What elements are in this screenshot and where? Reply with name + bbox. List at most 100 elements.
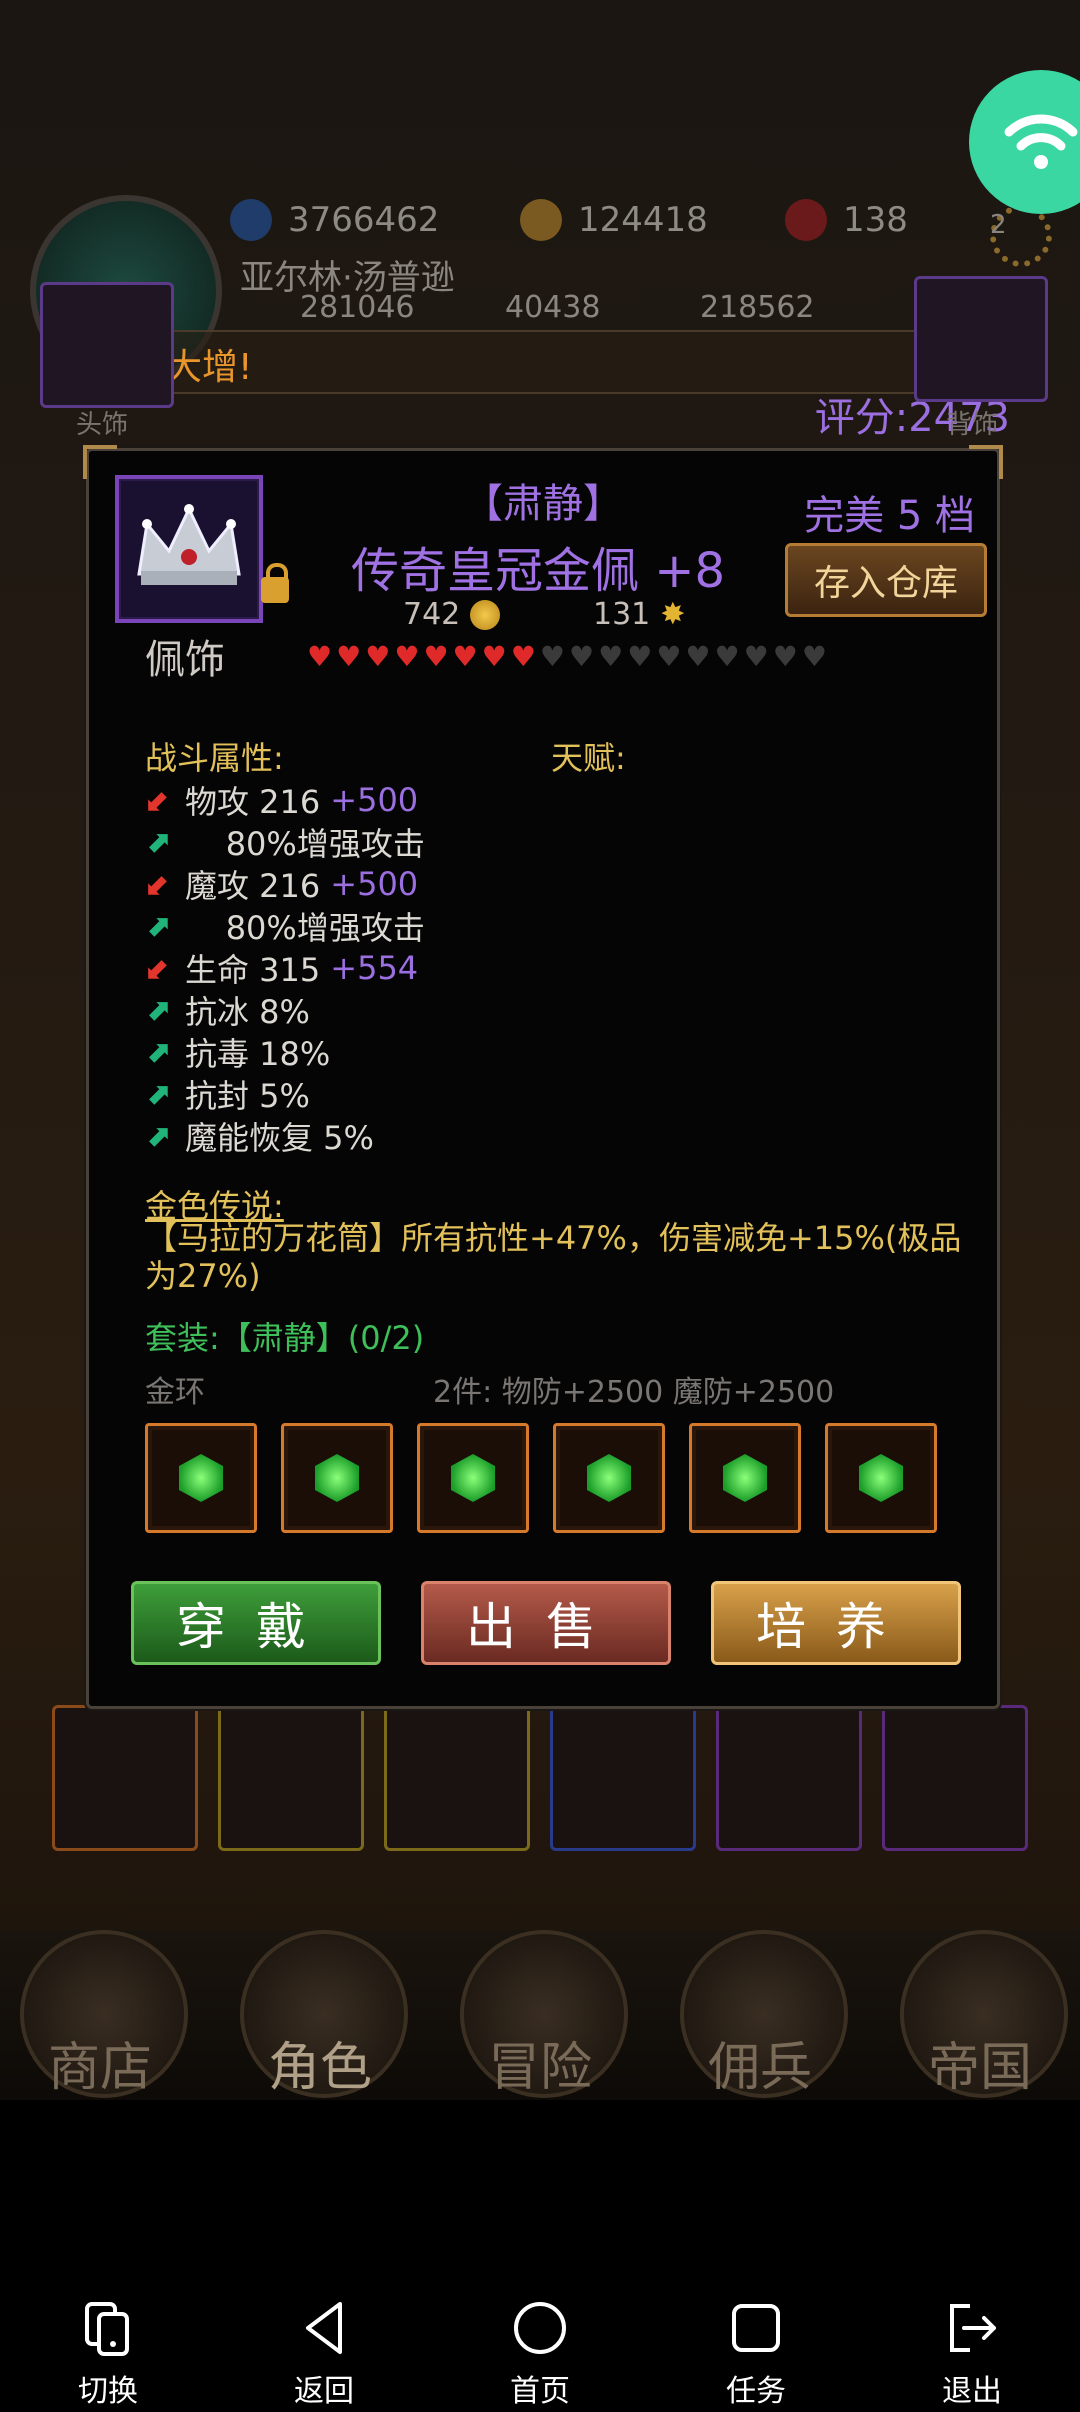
tasks-square-icon [686,2298,826,2358]
gem-slot[interactable] [689,1423,801,1533]
attribute-text: 抗毒 18% [185,1035,331,1073]
home-circle-icon [470,2298,610,2358]
heart-empty-icon: ♥ [801,640,827,673]
attribute-text: 80%增强攻击 [185,909,425,947]
set-bonus: 2件: 物防+2500 魔防+2500 [433,1375,835,1410]
ruby-icon [785,199,827,241]
switch-button[interactable]: 切换 [38,2298,178,2410]
gem-slot[interactable] [553,1423,665,1533]
gem-slot[interactable] [417,1423,529,1533]
inventory-item[interactable] [52,1705,198,1851]
player-stat-a: 281046 [300,290,415,325]
attribute-text: 物攻 216 [185,783,321,821]
heart-empty-icon: ♥ [714,640,740,673]
arrow-down-icon: ⬋ [145,782,171,818]
item-name: 传奇皇冠金佩 +8 [351,543,726,599]
heart-filled-icon: ♥ [481,640,507,673]
attribute-text: 魔攻 216 [185,867,321,905]
gem-slot[interactable] [145,1423,257,1533]
gold-value: 742 [403,597,501,632]
heart-filled-icon: ♥ [452,640,478,673]
arrow-up-icon: ⬈ [145,824,171,860]
player-stat-c: 218562 [700,290,815,325]
inventory-item[interactable] [384,1705,530,1851]
item-detail-dialog: 【肃静】 传奇皇冠金佩 +8 完美 5 档 存入仓库 742 131 ✸ 佩饰 … [83,445,1003,1709]
inventory-item[interactable] [882,1705,1028,1851]
attribute-row: ⬈ 魔能恢复 5% [145,1113,374,1159]
wifi-float-button[interactable] [969,70,1080,214]
switch-icon [38,2298,178,2358]
arrow-down-icon: ⬋ [145,866,171,902]
attribute-bonus: +500 [330,781,419,819]
combat-attr-title: 战斗属性: [145,739,284,777]
slot-label-head: 头饰 [76,410,129,440]
attribute-bonus: +554 [330,949,419,987]
heart-filled-icon: ♥ [336,640,362,673]
train-button[interactable]: 培养 [711,1581,961,1665]
attribute-row: ⬈ 抗毒 18% [145,1029,330,1075]
heart-empty-icon: ♥ [627,640,653,673]
attribute-text: 魔能恢复 5% [185,1119,374,1157]
wifi-icon [1004,114,1078,169]
inventory-item[interactable] [218,1705,364,1851]
ruby-counter: 138 [785,190,908,250]
sell-button[interactable]: 出售 [421,1581,671,1665]
emerald-gem-icon [587,1454,631,1502]
heart-filled-icon: ♥ [423,640,449,673]
set-label: 套装:【肃静】(0/2) [145,1319,425,1357]
game-nav-bar: 商店 角色 冒险 佣兵 帝国 [0,1930,1080,2100]
equip-slot-left[interactable] [40,282,174,408]
attribute-row: ⬋ 物攻 216 +500 [145,777,418,823]
arrow-up-icon: ⬈ [145,992,171,1028]
heart-filled-icon: ♥ [365,640,391,673]
inventory-item[interactable] [716,1705,862,1851]
emerald-gem-icon [859,1454,903,1502]
enhance-hearts: ♥ ♥ ♥ ♥ ♥ ♥ ♥ ♥ ♥ ♥ ♥ ♥ ♥ ♥ ♥ ♥ ♥ ♥ [307,643,827,671]
heart-empty-icon: ♥ [656,640,682,673]
home-button[interactable]: 首页 [470,2298,610,2410]
attribute-row: ⬈ 80%增强攻击 [145,903,425,949]
gold-legend-text: 【马拉的万花筒】所有抗性+47%，伤害减免+15%(极品为27%) [145,1219,962,1295]
nav-empire-label: 帝国 [927,2038,1032,2098]
attribute-text: 80%增强攻击 [185,825,425,863]
arrow-down-icon: ⬋ [145,950,171,986]
inventory-item[interactable] [550,1705,696,1851]
attribute-bonus: +500 [330,865,419,903]
diamond-counter: 3766462 [230,190,439,250]
exit-button[interactable]: 退出 [902,2298,1042,2410]
gold-counter: 124418 [520,190,708,250]
arrow-up-icon: ⬈ [145,908,171,944]
attribute-text: 生命 315 [185,951,321,989]
attribute-row: ⬋ 生命 315 +554 [145,945,418,991]
tasks-button[interactable]: 任务 [686,2298,826,2410]
gem-slot[interactable] [281,1423,393,1533]
star-value: 131 ✸ [593,597,686,632]
nav-adventure-label: 冒险 [487,2038,592,2098]
gem-slot[interactable] [825,1423,937,1533]
attribute-text: 抗冰 8% [185,993,310,1031]
back-triangle-icon [254,2298,394,2358]
gold-coin-icon [520,199,562,241]
nav-character-label: 角色 [267,2038,372,2098]
arrow-up-icon: ⬈ [145,1118,171,1154]
heart-empty-icon: ♥ [772,640,798,673]
equip-slot-right[interactable] [914,276,1048,402]
attribute-row: ⬋ 魔攻 216 +500 [145,861,418,907]
item-category: 佩饰 [145,637,225,683]
wear-button[interactable]: 穿戴 [131,1581,381,1665]
back-button[interactable]: 返回 [254,2298,394,2410]
star-icon: ✸ [660,597,686,632]
nav-mercenary-label: 佣兵 [707,2038,812,2098]
heart-empty-icon: ♥ [685,640,711,673]
exit-icon [902,2298,1042,2358]
perfect-grade: 完美 5 档 [804,493,975,539]
talent-title: 天赋: [551,739,626,777]
emerald-gem-icon [451,1454,495,1502]
heart-empty-icon: ♥ [743,640,769,673]
heart-filled-icon: ♥ [307,640,333,673]
set-part: 金环 [145,1375,205,1410]
store-warehouse-button[interactable]: 存入仓库 [785,543,987,617]
attribute-text: 抗封 5% [185,1077,310,1115]
emerald-gem-icon [315,1454,359,1502]
lock-icon[interactable] [261,563,289,603]
